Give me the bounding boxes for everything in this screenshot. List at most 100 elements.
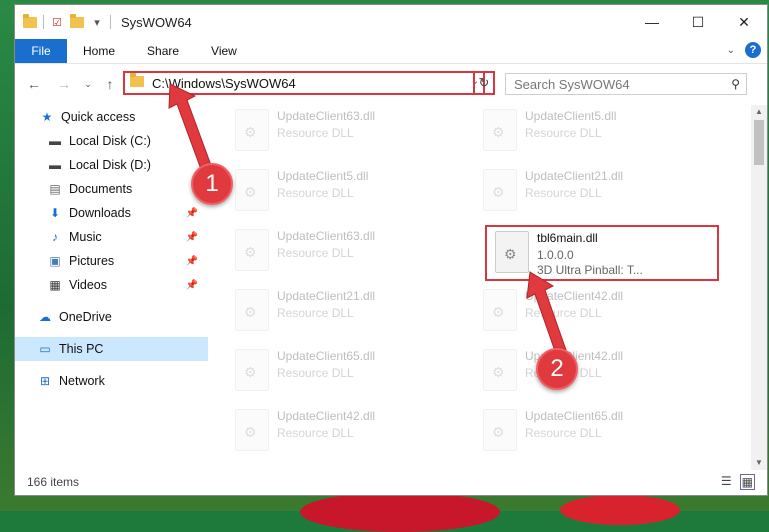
back-arrow-icon[interactable]: ← (23, 76, 45, 92)
scrollbar-thumb[interactable] (754, 120, 764, 165)
sidebar-item-documents[interactable]: ▤ Documents (15, 177, 208, 201)
list-item[interactable]: UpdateClient65.dll Resource DLL (479, 405, 709, 455)
sidebar-item-quick-access[interactable]: ★ Quick access (15, 105, 208, 129)
folder-icon (23, 13, 37, 29)
documents-icon: ▤ (49, 182, 61, 196)
dll-file-icon (235, 169, 269, 211)
list-item[interactable]: UpdateClient63.dll Resource DLL (231, 225, 461, 275)
minimize-button[interactable]: — (629, 5, 675, 39)
file-name: UpdateClient21.dll (525, 169, 624, 183)
file-name: UpdateClient65.dll (525, 409, 624, 423)
sidebar-item-label: Music (69, 230, 102, 244)
dll-file-icon (483, 109, 517, 151)
file-name: UpdateClient5.dll (525, 109, 617, 123)
sidebar-item-local-disk-d[interactable]: ▬ Local Disk (D:) (15, 153, 208, 177)
sidebar-item-pictures[interactable]: ▣ Pictures 📌 (15, 249, 208, 273)
dll-file-icon (483, 349, 517, 391)
file-description: Resource DLL (525, 426, 602, 440)
file-name: UpdateClient63.dll (277, 229, 376, 243)
list-item[interactable]: UpdateClient5.dll Resource DLL (479, 105, 709, 155)
up-arrow-icon[interactable]: ↑ (99, 76, 121, 92)
file-description: Resource DLL (277, 126, 354, 140)
tab-home[interactable]: Home (67, 39, 131, 63)
sidebar-item-label: This PC (59, 342, 104, 356)
search-placeholder: Search SysWOW64 (514, 76, 630, 92)
new-folder-icon[interactable] (70, 13, 84, 29)
sidebar-item-label: Documents (69, 182, 133, 196)
view-switcher: ☰ ▦ (721, 474, 755, 490)
list-item[interactable]: UpdateClient42.dll Resource DLL (231, 405, 461, 455)
pin-icon[interactable]: 📌 (186, 256, 198, 267)
sidebar-item-label: Local Disk (D:) (69, 158, 151, 172)
sidebar-item-label: Quick access (61, 110, 136, 124)
list-item[interactable]: UpdateClient21.dll Resource DLL (479, 165, 709, 215)
file-description: Resource DLL (277, 366, 354, 380)
file-version: 1.0.0.0 (537, 248, 574, 262)
sidebar-item-downloads[interactable]: ⬇ Downloads 📌 (15, 201, 208, 225)
file-description: Resource DLL (525, 306, 602, 320)
cloud-icon: ☁ (39, 310, 51, 324)
address-path: C:\Windows\SysWOW64 (152, 75, 296, 91)
dll-file-icon (235, 229, 269, 271)
sidebar-item-music[interactable]: ♪ Music 📌 (15, 225, 208, 249)
file-description: Resource DLL (277, 306, 354, 320)
tiles-view-icon[interactable]: ▦ (739, 474, 755, 490)
list-item[interactable]: UpdateClient65.dll Resource DLL (231, 345, 461, 395)
sidebar-item-videos[interactable]: ▦ Videos 📌 (15, 273, 208, 297)
tab-file[interactable]: File (15, 39, 67, 63)
computer-icon: ▭ (39, 342, 51, 356)
tab-view[interactable]: View (195, 39, 253, 63)
list-item[interactable]: UpdateClient42.dll Resource DLL (479, 285, 709, 335)
sidebar-item-this-pc[interactable]: ▭ This PC (15, 337, 208, 361)
star-icon: ★ (41, 110, 53, 124)
search-input[interactable]: Search SysWOW64 ⚲ (505, 73, 747, 95)
recent-locations-icon[interactable]: ⌄ (77, 79, 99, 90)
help-button[interactable]: ? (745, 42, 761, 58)
list-item[interactable]: UpdateClient5.dll Resource DLL (231, 165, 461, 215)
dll-file-icon (235, 109, 269, 151)
ribbon-right-controls: ⌄ ? (727, 42, 761, 58)
tab-share[interactable]: Share (131, 39, 195, 63)
scroll-down-icon[interactable]: ▼ (751, 456, 767, 470)
title-bar: ☑ ▾ SysWOW64 — ☐ ✕ (15, 5, 767, 39)
file-explorer-window: ☑ ▾ SysWOW64 — ☐ ✕ File Home Share View … (14, 4, 768, 496)
file-name: UpdateClient42.dll (277, 409, 376, 423)
quick-access-toolbar: ☑ ▾ (15, 13, 111, 29)
file-name: UpdateClient5.dll (277, 169, 369, 183)
file-description: Resource DLL (277, 186, 354, 200)
properties-icon[interactable]: ☑ (50, 15, 64, 29)
download-icon: ⬇ (49, 206, 61, 220)
refresh-button[interactable]: ↻ (473, 71, 495, 95)
details-view-icon[interactable]: ☰ (721, 474, 732, 490)
search-icon: ⚲ (731, 77, 740, 91)
file-name: UpdateClient65.dll (277, 349, 376, 363)
list-item[interactable]: UpdateClient63.dll Resource DLL (231, 105, 461, 155)
forward-arrow-icon[interactable]: → (53, 76, 75, 92)
divider (43, 15, 44, 29)
list-item[interactable]: UpdateClient21.dll Resource DLL (231, 285, 461, 335)
close-button[interactable]: ✕ (721, 5, 767, 39)
pin-icon[interactable]: 📌 (186, 280, 198, 291)
address-bar[interactable]: C:\Windows\SysWOW64 ⌄ (123, 71, 485, 95)
sidebar-item-label: OneDrive (59, 310, 112, 324)
sidebar-item-local-disk-c[interactable]: ▬ Local Disk (C:) (15, 129, 208, 153)
expand-ribbon-icon[interactable]: ⌄ (727, 45, 735, 56)
window-controls: — ☐ ✕ (629, 5, 767, 39)
file-list: UpdateClient63.dll Resource DLL UpdateCli… (211, 105, 747, 465)
pin-icon[interactable]: 📌 (186, 208, 198, 219)
file-name: UpdateClient42.dll (525, 289, 624, 303)
maximize-button[interactable]: ☐ (675, 5, 721, 39)
vertical-scrollbar[interactable]: ▲ ▼ (751, 105, 767, 470)
file-description: Resource DLL (277, 426, 354, 440)
scroll-up-icon[interactable]: ▲ (751, 105, 767, 119)
dll-file-icon (483, 169, 517, 211)
sidebar-item-onedrive[interactable]: ☁ OneDrive (15, 305, 208, 329)
pin-icon[interactable]: 📌 (186, 232, 198, 243)
navigation-bar: ← → ⌄ ↑ C:\Windows\SysWOW64 ⌄ ↻ Search S… (15, 64, 767, 104)
drive-icon: ▬ (49, 134, 61, 148)
sidebar-item-network[interactable]: ⊞ Network (15, 369, 208, 393)
customize-toolbar-icon[interactable]: ▾ (90, 15, 104, 29)
pictures-icon: ▣ (49, 254, 61, 268)
list-item[interactable]: UpdateClient42.dllResource DLL (479, 345, 709, 395)
list-item-tbl6main[interactable]: tbl6main.dll 1.0.0.0 3D Ultra Pinball: T… (491, 227, 721, 277)
